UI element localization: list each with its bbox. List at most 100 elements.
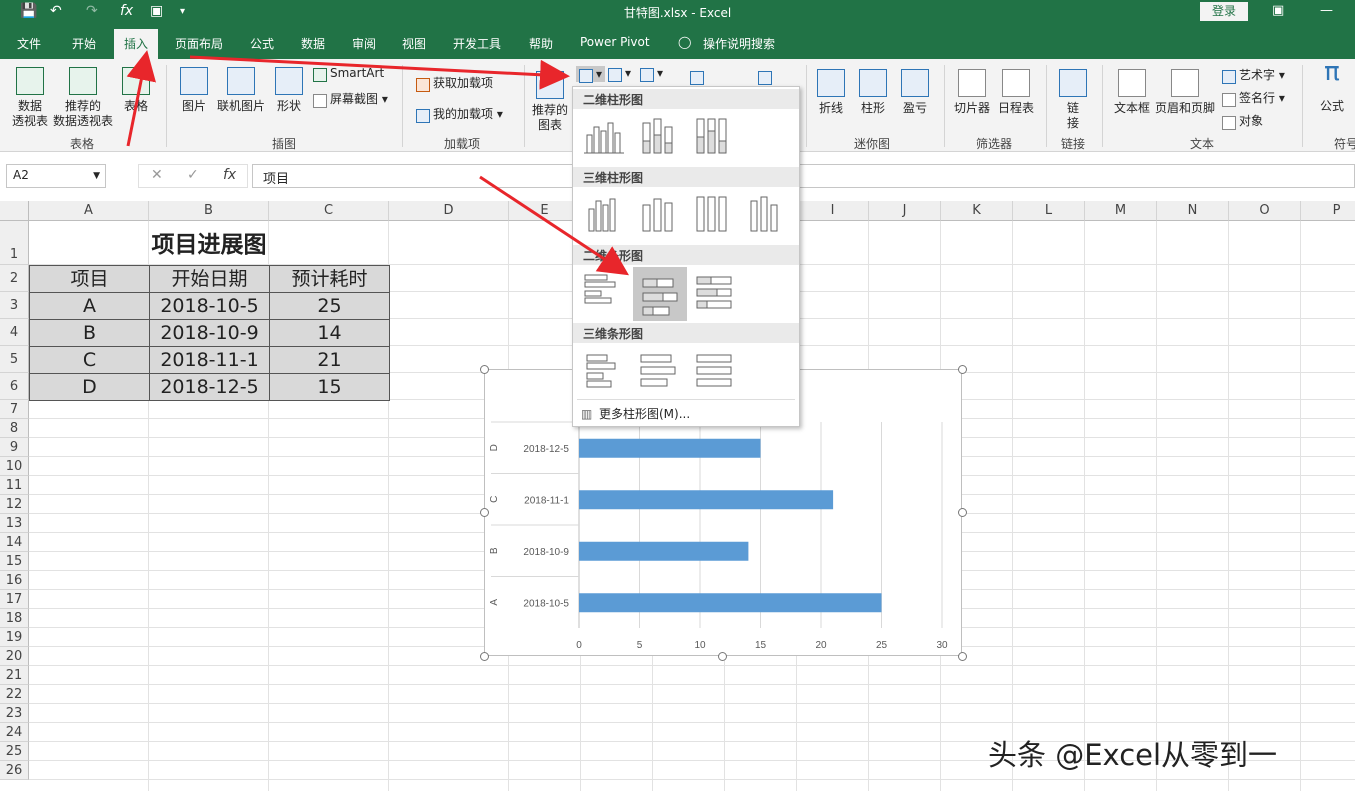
row-header[interactable]: 13 <box>0 514 29 533</box>
column-header[interactable]: M <box>1085 201 1157 221</box>
column-header[interactable]: A <box>29 201 149 221</box>
table-cell[interactable]: A <box>29 292 150 320</box>
row-header[interactable]: 21 <box>0 666 29 685</box>
stacked-bar-icon[interactable] <box>633 267 687 321</box>
row-header[interactable]: 18 <box>0 609 29 628</box>
confirm-icon[interactable]: ✓ <box>187 167 199 183</box>
waterfall-chart-dropdown[interactable]: ▾ <box>640 66 663 82</box>
row-header[interactable]: 19 <box>0 628 29 647</box>
table-button[interactable]: 表格 <box>118 67 154 114</box>
column-header[interactable]: O <box>1229 201 1301 221</box>
row-header[interactable]: 26 <box>0 761 29 780</box>
resize-handle[interactable] <box>958 365 967 374</box>
table-header-cell[interactable]: 预计耗时 <box>269 265 390 293</box>
tab-developer[interactable]: 开发工具 <box>453 35 501 52</box>
3d-percent-bar-icon[interactable] <box>691 347 737 393</box>
tab-file[interactable]: 文件 <box>17 35 41 52</box>
column-header[interactable]: D <box>389 201 509 221</box>
table-cell[interactable]: 21 <box>269 346 390 374</box>
resize-handle[interactable] <box>958 652 967 661</box>
smartart-button[interactable]: SmartArt <box>313 66 384 82</box>
table-cell[interactable]: 2018-12-5 <box>149 373 270 401</box>
map-chart-button[interactable] <box>758 69 775 85</box>
row-header[interactable]: 7 <box>0 400 29 419</box>
tab-data[interactable]: 数据 <box>301 35 325 52</box>
recommended-pivot-button[interactable]: 推荐的 数据透视表 <box>52 67 114 129</box>
minimize-icon[interactable]: — <box>1320 3 1333 18</box>
header-footer-button[interactable]: 页眉和页脚 <box>1154 69 1216 116</box>
resize-handle[interactable] <box>958 508 967 517</box>
link-button[interactable]: 链 接 <box>1056 69 1090 131</box>
tab-insert[interactable]: 插入 <box>114 29 159 59</box>
sparkline-line-button[interactable]: 折线 <box>814 69 848 116</box>
row-header[interactable]: 16 <box>0 571 29 590</box>
row-header[interactable]: 3 <box>0 292 29 319</box>
percent-stacked-column-icon[interactable] <box>689 113 735 159</box>
name-box[interactable]: A2 ▼ <box>6 164 106 188</box>
tab-home[interactable]: 开始 <box>72 35 96 52</box>
table-header-cell[interactable]: 项目 <box>29 265 150 293</box>
row-header[interactable]: 6 <box>0 373 29 400</box>
pivot-table-button[interactable]: 数据 透视表 <box>8 67 52 129</box>
table-cell[interactable]: 25 <box>269 292 390 320</box>
table-cell[interactable]: 2018-11-1 <box>149 346 270 374</box>
row-header[interactable]: 20 <box>0 647 29 666</box>
signature-line-button[interactable]: 签名行 ▾ <box>1222 89 1285 107</box>
row-header[interactable]: 4 <box>0 319 29 346</box>
row-header[interactable]: 10 <box>0 457 29 476</box>
tab-page-layout[interactable]: 页面布局 <box>175 35 223 52</box>
resize-handle[interactable] <box>480 365 489 374</box>
row-header[interactable]: 2 <box>0 265 29 292</box>
table-cell[interactable]: B <box>29 319 150 347</box>
row-header[interactable]: 15 <box>0 552 29 571</box>
column-header[interactable]: I <box>797 201 869 221</box>
hierarchy-chart-dropdown[interactable]: ▾ <box>608 66 631 82</box>
formula-input[interactable]: 项目 <box>252 164 1355 188</box>
table-cell[interactable]: 2018-10-9 <box>149 319 270 347</box>
3d-clustered-bar-icon[interactable] <box>581 347 627 393</box>
row-header[interactable]: 25 <box>0 742 29 761</box>
3d-stacked-bar-icon[interactable] <box>635 347 681 393</box>
percent-stacked-bar-icon[interactable] <box>691 269 737 315</box>
tab-view[interactable]: 视图 <box>402 35 426 52</box>
slicer-button[interactable]: 切片器 <box>952 69 992 116</box>
wordart-button[interactable]: 艺术字 ▾ <box>1222 66 1285 84</box>
row-header[interactable]: 14 <box>0 533 29 552</box>
column-header[interactable]: P <box>1301 201 1355 221</box>
row-header[interactable]: 17 <box>0 590 29 609</box>
column-header[interactable]: K <box>941 201 1013 221</box>
more-column-charts-link[interactable]: ▥ 更多柱形图(M)... <box>581 405 690 422</box>
column-chart-dropdown[interactable]: ▾ <box>576 66 606 83</box>
table-cell[interactable]: 14 <box>269 319 390 347</box>
row-header[interactable]: 5 <box>0 346 29 373</box>
insert-function-icon[interactable]: fx <box>223 167 236 183</box>
row-header[interactable]: 23 <box>0 704 29 723</box>
column-header[interactable]: C <box>269 201 389 221</box>
textbox-button[interactable]: 文本框 <box>1110 69 1154 116</box>
3d-percent-column-icon[interactable] <box>689 191 735 237</box>
table-cell[interactable]: 2018-10-5 <box>149 292 270 320</box>
clustered-bar-icon[interactable] <box>581 269 627 315</box>
pictures-button[interactable]: 图片 <box>176 67 212 114</box>
chevron-down-icon[interactable]: ▼ <box>93 171 100 181</box>
online-pictures-button[interactable]: 联机图片 <box>214 67 268 114</box>
timeline-button[interactable]: 日程表 <box>996 69 1036 116</box>
row-header[interactable]: 11 <box>0 476 29 495</box>
login-button[interactable]: 登录 <box>1200 2 1248 21</box>
resize-handle[interactable] <box>480 652 489 661</box>
get-addins-button[interactable]: 获取加载项 <box>416 74 493 92</box>
sparkline-column-button[interactable]: 柱形 <box>856 69 890 116</box>
stacked-column-icon[interactable] <box>635 113 681 159</box>
column-header[interactable]: N <box>1157 201 1229 221</box>
column-header[interactable]: J <box>869 201 941 221</box>
3d-column-icon[interactable] <box>743 191 789 237</box>
row-header[interactable]: 8 <box>0 419 29 438</box>
3d-clustered-column-icon[interactable] <box>581 191 627 237</box>
equation-button[interactable]: π 公式 <box>1312 59 1352 114</box>
row-header[interactable]: 12 <box>0 495 29 514</box>
clustered-column-icon[interactable] <box>581 113 627 159</box>
tab-formulas[interactable]: 公式 <box>250 35 274 52</box>
table-cell[interactable]: 15 <box>269 373 390 401</box>
recommended-charts-button[interactable]: 推荐的 图表 <box>530 71 570 133</box>
screenshot-button[interactable]: 屏幕截图 ▾ <box>313 90 388 108</box>
